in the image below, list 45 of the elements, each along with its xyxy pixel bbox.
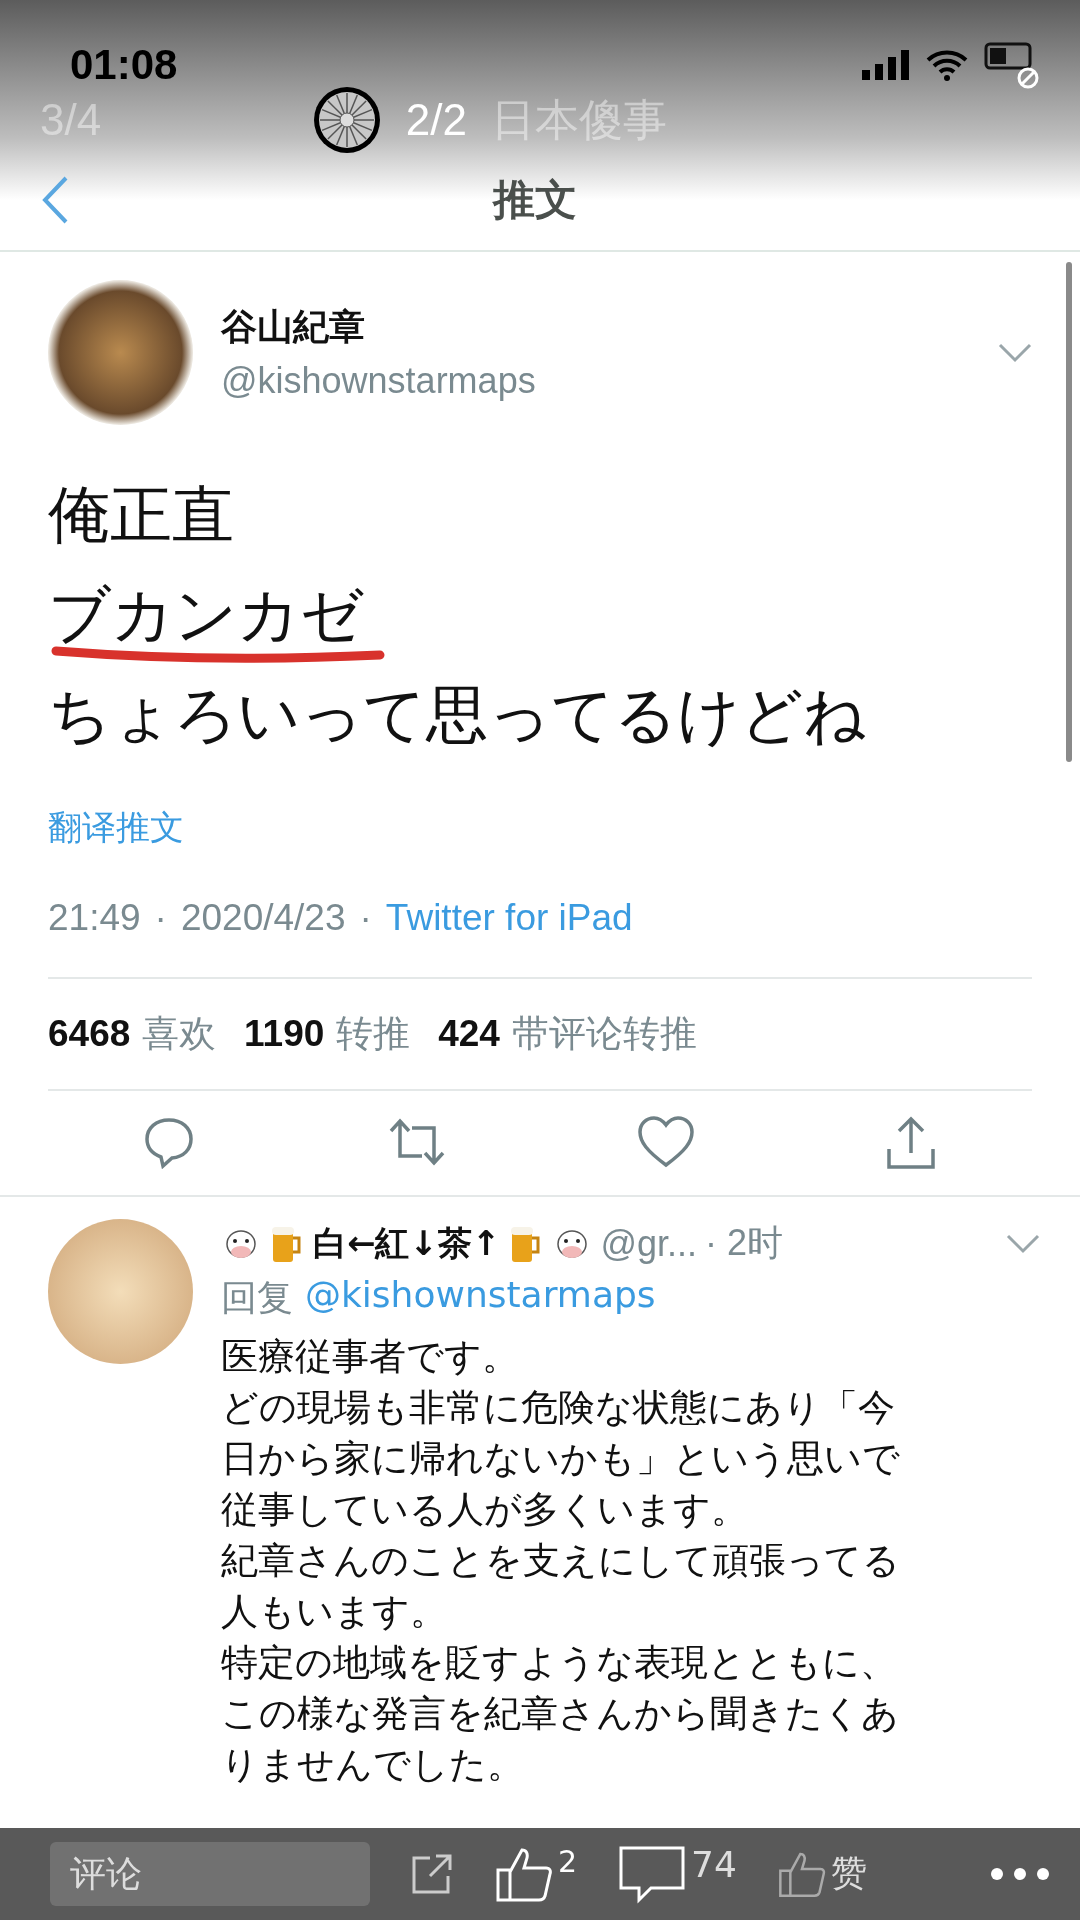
comment-bubble-icon[interactable] — [617, 1844, 688, 1904]
battery-icon — [984, 40, 1040, 90]
stat-text[interactable]: 1190 转推 — [244, 1009, 411, 1059]
separator-dot: · — [359, 897, 372, 939]
reply-to-label: 回复 — [221, 1276, 293, 1320]
image-counter: 2/2 — [405, 95, 467, 145]
author-name: 谷山紀章 — [221, 305, 366, 349]
separator-dot: · — [154, 897, 167, 939]
praise-label: 赞 — [830, 1851, 867, 1895]
chevron-down-icon[interactable] — [1006, 1233, 1040, 1254]
reply-age: · 2时 — [705, 1221, 784, 1265]
comment-count: 74 — [691, 1844, 737, 1885]
chevron-down-icon[interactable] — [998, 342, 1032, 363]
tweet-text-line: ブカンカゼ — [48, 577, 363, 653]
share-icon[interactable] — [410, 1852, 454, 1896]
tweet-date: 2020/4/23 — [180, 897, 346, 939]
stat-text[interactable]: 424 带评论转推 — [438, 1009, 697, 1059]
tweet-time: 21:49 — [48, 897, 141, 939]
author-handle: @kishownstarmaps — [221, 360, 537, 402]
page-title: 推文 — [491, 174, 578, 226]
translate-link[interactable]: 翻译推文 — [48, 805, 1032, 851]
like-count: 2 — [558, 1844, 578, 1879]
wifi-icon — [926, 49, 968, 81]
comment-field[interactable]: 评论 — [50, 1842, 370, 1906]
reply-text-line: 特定の地域を貶すような表現とともに、 — [221, 1640, 898, 1686]
tweet-text-line: ちょろいって思ってるけどね — [48, 677, 866, 753]
source-link[interactable]: Twitter for iPad — [385, 897, 633, 939]
reply-text-line: りませんでした。 — [221, 1742, 525, 1788]
reply-text-line: 紀章さんのことを支えにして頑張ってる — [221, 1538, 901, 1584]
mention-link[interactable]: @kishownstarmaps — [305, 1274, 656, 1323]
reply-text-line: どの現場も非常に危険な状態にあり「今 — [221, 1385, 896, 1431]
reply-text-line: 人もいます。 — [221, 1589, 448, 1635]
stat-text[interactable]: 6468 喜欢 — [48, 1009, 217, 1059]
heart-icon[interactable] — [637, 1115, 696, 1169]
reply-author-name: 白←紅↓茶↑ — [313, 1221, 501, 1265]
tweet-text-line: 俺正直 — [48, 477, 234, 553]
reply-text-line: 日から家に帰れないかも」という思いで — [221, 1436, 901, 1482]
back-chevron-icon[interactable] — [40, 175, 70, 225]
reply-text-line: 従事している人が多くいます。 — [221, 1487, 749, 1533]
more-icon[interactable] — [990, 1867, 1050, 1881]
status-time: 01:08 — [70, 41, 178, 89]
signal-icon — [862, 50, 910, 80]
reply-handle: @gr... — [600, 1222, 698, 1265]
reply-text-line: 医療従事者です。 — [221, 1334, 520, 1380]
reply-text-line: この様な発言を紀章さんから聞きたくあ — [221, 1691, 900, 1737]
